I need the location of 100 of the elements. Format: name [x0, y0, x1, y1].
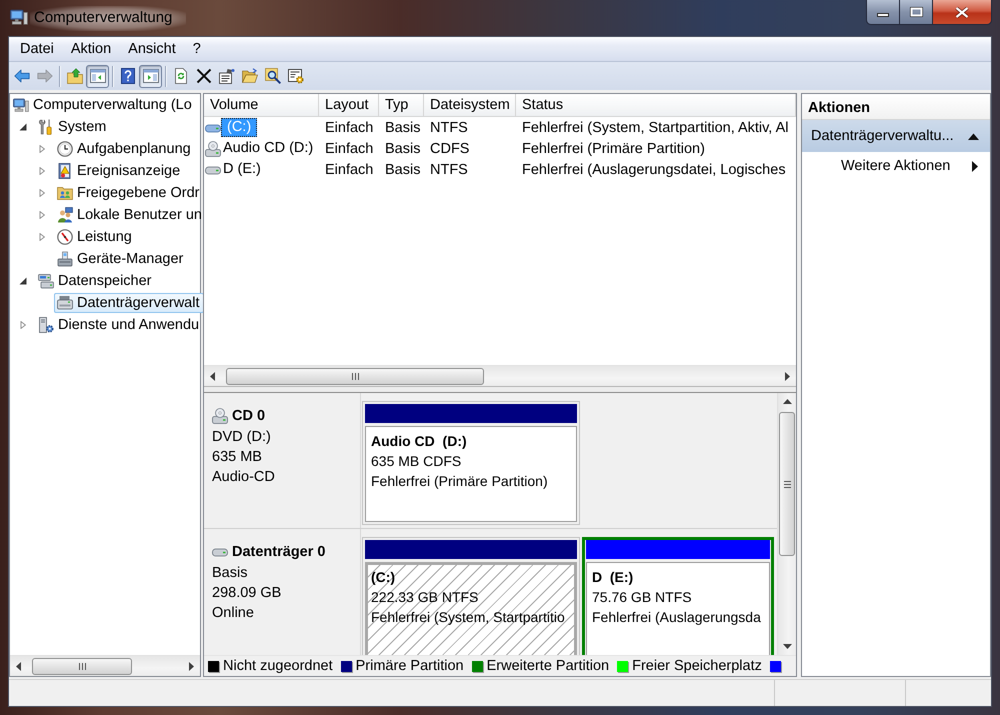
menu-item[interactable]: ? [186, 39, 207, 59]
tree-item[interactable]: Ereignisanzeige [54, 161, 184, 181]
menu-item[interactable]: Datei [14, 39, 60, 59]
tree-item[interactable]: Datenspeicher [35, 271, 156, 291]
disk-info: Basis [212, 564, 248, 583]
warning-book-icon [57, 163, 73, 179]
table-cell-text: Einfach [324, 140, 374, 156]
scroll-down-icon[interactable] [782, 644, 792, 649]
tree-item[interactable]: Leistung [54, 227, 136, 247]
drive-name[interactable]: D (E:) [221, 160, 265, 179]
close-icon [955, 6, 969, 18]
settings-icon [288, 68, 304, 84]
tree-item[interactable]: Aufgabenplanung [54, 139, 195, 159]
tree-item[interactable]: Datenträgerverwalt [54, 293, 204, 313]
minimize-icon [877, 13, 889, 17]
device-icon [57, 251, 73, 267]
partition-size: 222.33 GB NTFS [371, 588, 480, 607]
partition-block[interactable]: D (E:) 75.76 GB NTFS Fehlerfrei (Auslagerungsda [582, 537, 774, 655]
disk-info: Online [212, 604, 255, 623]
window-title: Computerverwaltung [30, 6, 186, 31]
pane-splitter[interactable] [204, 386, 796, 393]
partition-body[interactable]: (C:) 222.33 GB NTFS Fehlerfrei (System, Startpartitio [365, 562, 577, 655]
grip-icon [784, 480, 790, 488]
console-tree-button[interactable] [86, 64, 109, 88]
tree-item[interactable]: Computerverwaltung (Lo [10, 95, 196, 115]
horizontal-scrollbar[interactable] [10, 655, 200, 676]
menu-item[interactable]: Aktion [64, 39, 118, 59]
drive-name[interactable]: Audio CD (D:) [221, 139, 318, 158]
partition-size: 635 MB CDFS [371, 452, 462, 471]
disk-info: DVD (D:) [212, 428, 272, 447]
up-triangle-icon[interactable] [968, 132, 979, 140]
expander-icon[interactable] [19, 277, 27, 285]
table-cell-text: Basis [384, 162, 422, 178]
pane-toggle-icon [142, 68, 158, 84]
disk-name: Datenträger 0 [232, 544, 326, 560]
refresh-icon [172, 68, 188, 84]
disk-info: 298.09 GB [212, 584, 282, 603]
help-icon [120, 68, 136, 84]
action-item[interactable]: Weitere Aktionen [802, 152, 990, 180]
horizontal-scrollbar[interactable] [204, 365, 796, 386]
action-section-header[interactable]: Datenträgerverwaltu... [802, 120, 990, 152]
scroll-left-icon[interactable] [210, 372, 215, 380]
scroll-right-icon[interactable] [189, 662, 194, 670]
partition-status: Fehlerfrei (Auslagerungsda [592, 608, 762, 627]
table-cell-text: Einfach [324, 120, 374, 136]
maximize-icon [910, 7, 922, 17]
search-icon [264, 68, 280, 84]
scroll-left-icon[interactable] [16, 662, 21, 670]
partition-status: Fehlerfrei (System, Startpartitio [371, 608, 566, 627]
scrollbar-thumb[interactable] [779, 412, 795, 556]
legend-label: Primäre Partition [356, 658, 464, 674]
cross-icon [196, 68, 212, 84]
legend-label: Erweiterte Partition [486, 658, 610, 674]
scroll-up-icon[interactable] [782, 399, 792, 404]
tools-icon [38, 119, 54, 135]
column-header[interactable]: Dateisystem [424, 94, 516, 117]
partition-title: Audio CD (D:) [371, 432, 468, 451]
tree-item[interactable]: Lokale Benutzer un [54, 205, 206, 225]
table-cell-text: Basis [384, 120, 422, 136]
computer-icon [10, 8, 28, 26]
shared-folder-icon [57, 185, 73, 201]
disk-info: 635 MB [212, 448, 263, 467]
column-header[interactable]: Volume [204, 94, 319, 117]
scrollbar-thumb[interactable] [32, 658, 132, 674]
legend-label: Freier Speicherplatz [632, 658, 762, 674]
table-cell-text: Einfach [324, 162, 374, 178]
partition-body[interactable]: D (E:) 75.76 GB NTFS Fehlerfrei (Auslagerungsda [586, 562, 770, 655]
partition-block[interactable]: (C:) 222.33 GB NTFS Fehlerfrei (System, Startpartitio [362, 537, 580, 655]
properties-icon [218, 68, 234, 84]
computer-icon [13, 97, 29, 113]
vertical-scrollbar[interactable] [777, 393, 796, 655]
table-cell-text: NTFS [429, 162, 469, 178]
tree-item[interactable]: Geräte-Manager [54, 249, 188, 269]
tree-item[interactable]: Freigegebene Ordr [54, 183, 204, 203]
disk-info: Audio-CD [212, 468, 276, 487]
expander-icon[interactable] [19, 123, 27, 131]
server-gear-icon [38, 317, 54, 333]
maximize-button[interactable] [900, 0, 933, 25]
arrow-left-icon [14, 68, 30, 84]
cd-drive-icon [212, 408, 228, 424]
close-button[interactable] [933, 0, 992, 25]
column-header[interactable]: Layout [319, 94, 379, 117]
partition-size: 75.76 GB NTFS [592, 588, 693, 607]
storage-icon [38, 273, 54, 289]
scroll-right-icon[interactable] [785, 372, 790, 380]
gauge-icon [57, 229, 73, 245]
partition-block[interactable]: Audio CD (D:) 635 MB CDFS Fehlerfrei (Primäre Partition) [362, 401, 580, 525]
scrollbar-thumb[interactable] [226, 368, 484, 384]
tree-item[interactable]: Dienste und Anwendu [35, 315, 204, 335]
minimize-button[interactable] [866, 0, 900, 25]
column-header[interactable]: Status [516, 94, 796, 117]
action-pane-button[interactable] [139, 64, 162, 88]
partition-title: D (E:) [592, 568, 634, 587]
disk-drive-icon [57, 295, 73, 311]
disk-name: CD 0 [232, 408, 266, 424]
tree-item[interactable]: System [35, 117, 110, 137]
partition-body[interactable]: Audio CD (D:) 635 MB CDFS Fehlerfrei (Primäre Partition) [365, 426, 577, 522]
table-cell-text: Fehlerfrei (Auslagerungsdatei, Logisches [521, 162, 787, 178]
menu-item[interactable]: Ansicht [122, 39, 182, 59]
column-header[interactable]: Typ [379, 94, 424, 117]
